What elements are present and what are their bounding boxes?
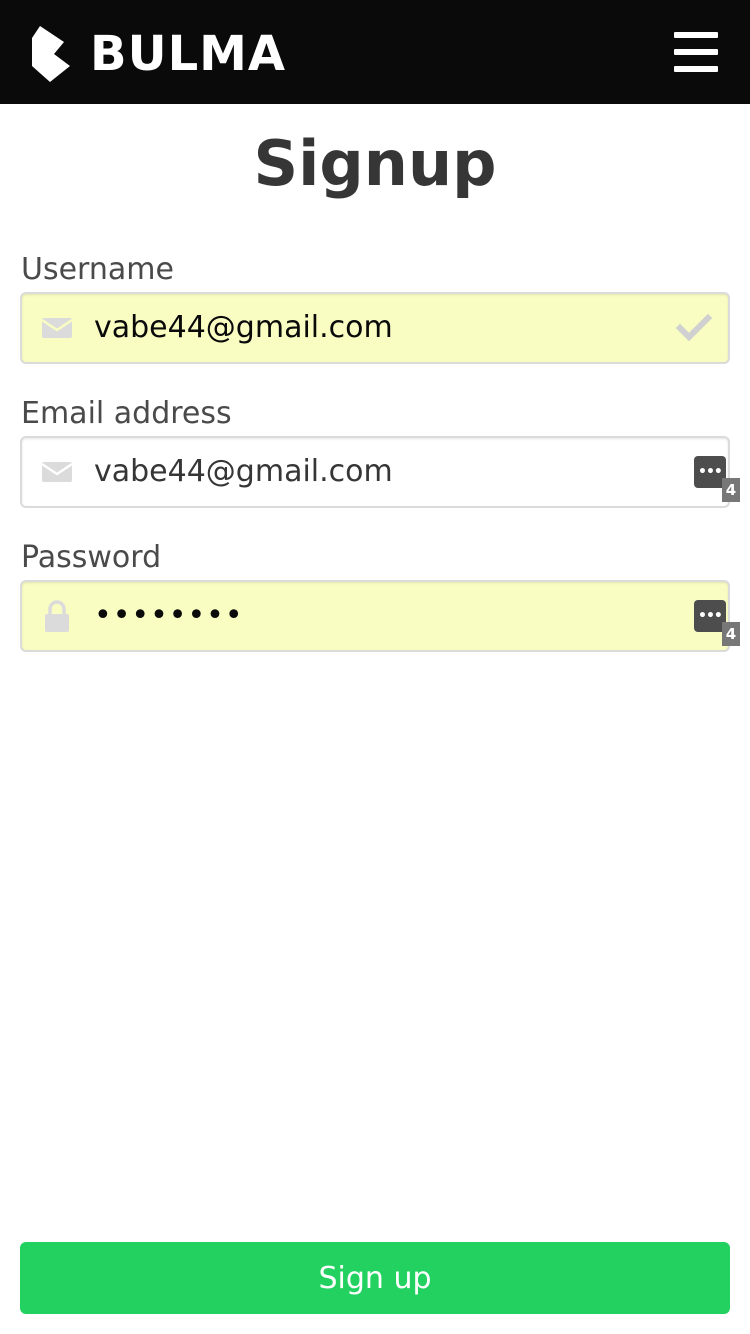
signup-button[interactable]: Sign up [20, 1242, 730, 1314]
password-field[interactable]: ••• 4 [20, 580, 740, 652]
hamburger-menu-icon[interactable] [674, 32, 718, 72]
password-label: Password [21, 540, 162, 575]
envelope-icon [41, 462, 73, 482]
bulma-logo-icon [32, 26, 70, 82]
email-field[interactable]: ••• 4 [20, 436, 740, 508]
email-label: Email address [21, 396, 232, 431]
brand-name: BULMA [90, 26, 287, 82]
navbar: BULMA [0, 0, 750, 104]
password-manager-count-badge: 4 [722, 622, 740, 646]
brand-logo[interactable]: BULMA [30, 26, 286, 82]
lock-icon [45, 600, 69, 632]
username-input[interactable] [94, 294, 654, 362]
email-input[interactable] [94, 438, 654, 506]
username-label: Username [21, 252, 174, 287]
password-input[interactable] [94, 582, 654, 650]
checkmark-icon [676, 313, 712, 342]
password-manager-count-badge: 4 [722, 478, 740, 502]
envelope-icon [41, 318, 73, 338]
username-field[interactable] [20, 292, 730, 364]
page-title: Signup [253, 127, 497, 200]
